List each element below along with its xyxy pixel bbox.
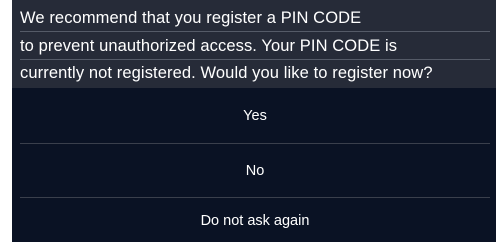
yes-button[interactable]: Yes — [12, 89, 496, 143]
message-line: currently not registered. Would you like… — [20, 64, 433, 82]
dialog-message: We recommend that you register a PIN COD… — [12, 0, 496, 88]
no-button[interactable]: No — [12, 144, 496, 198]
do-not-ask-again-button[interactable]: Do not ask again — [12, 199, 496, 242]
option-divider — [20, 197, 490, 198]
pin-code-dialog: We recommend that you register a PIN COD… — [12, 0, 496, 242]
message-line-divider — [20, 31, 490, 32]
message-line-divider — [20, 59, 490, 60]
message-line: We recommend that you register a PIN COD… — [20, 9, 362, 27]
message-line: to prevent unauthorized access. Your PIN… — [20, 37, 398, 55]
